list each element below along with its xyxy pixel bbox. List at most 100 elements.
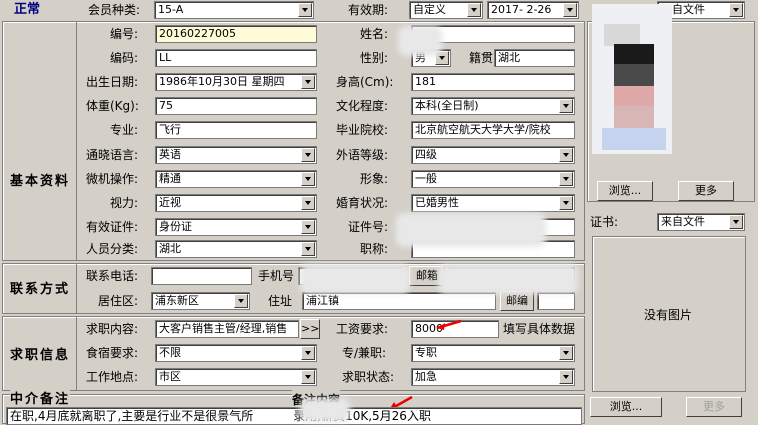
weight-field[interactable]: 75 bbox=[155, 97, 317, 115]
category-select[interactable]: 湖北 bbox=[155, 240, 317, 258]
major-label: 专业: bbox=[110, 123, 139, 137]
notes-textarea[interactable]: 在职,4月底就离职了,主要是行业不是很景气所 录用,薪资10K,5月26入职 bbox=[6, 407, 582, 425]
chevron-down-icon bbox=[559, 99, 573, 113]
cert-source-select[interactable]: 来自文件 bbox=[657, 213, 745, 231]
validity-date-picker[interactable]: 2017- 2-26 bbox=[487, 1, 579, 19]
basic-info-section-title: 基本资料 bbox=[10, 174, 71, 189]
zip-field[interactable] bbox=[537, 292, 575, 310]
chevron-down-icon bbox=[467, 3, 481, 17]
contact-section-title: 联系方式 bbox=[10, 282, 71, 297]
chevron-down-icon bbox=[559, 196, 573, 210]
certificate-select[interactable]: 身份证 bbox=[155, 218, 317, 236]
validity-mode-value: 自定义 bbox=[413, 3, 446, 16]
id-field[interactable]: 20160227005 bbox=[155, 25, 317, 43]
code-field[interactable]: LL bbox=[155, 49, 317, 67]
chevron-down-icon bbox=[301, 172, 315, 186]
zip-button[interactable]: 邮编 bbox=[500, 291, 534, 311]
job-info-section-title: 求职信息 bbox=[10, 348, 71, 363]
chevron-down-icon bbox=[563, 3, 577, 17]
marital-select[interactable]: 已婚男性 bbox=[411, 194, 575, 212]
marital-label: 婚育状况: bbox=[336, 196, 389, 210]
privacy-blur bbox=[398, 26, 442, 56]
notes-text: 在职,4月底就离职了,主要是行业不是很景气所 bbox=[10, 409, 254, 423]
address-field[interactable]: 浦江镇 bbox=[302, 292, 496, 310]
job-type-select[interactable]: 专职 bbox=[411, 344, 575, 362]
name-label: 姓名: bbox=[360, 27, 389, 41]
zip-label: 邮编 bbox=[506, 294, 528, 307]
language-label: 通晓语言: bbox=[86, 148, 139, 162]
applicant-photo bbox=[592, 4, 672, 154]
major-field[interactable]: 飞行 bbox=[155, 121, 317, 139]
computer-skill-value: 精通 bbox=[159, 172, 181, 185]
code-label: 编码: bbox=[110, 51, 139, 65]
lodging-value: 不限 bbox=[159, 346, 181, 359]
vision-select[interactable]: 近视 bbox=[155, 194, 317, 212]
phone-field[interactable] bbox=[151, 267, 252, 285]
education-label: 文化程度: bbox=[336, 99, 389, 113]
school-field[interactable]: 北京航空航天大学大学/院校 bbox=[411, 121, 575, 139]
native-place-label: 籍贯 bbox=[469, 51, 494, 65]
chevron-down-icon bbox=[301, 196, 315, 210]
chevron-down-icon bbox=[298, 3, 312, 17]
chevron-down-icon bbox=[234, 294, 248, 308]
work-location-value: 市区 bbox=[159, 370, 181, 383]
basic-info-divider bbox=[76, 21, 77, 261]
work-location-label: 工作地点: bbox=[86, 370, 139, 384]
work-location-select[interactable]: 市区 bbox=[155, 368, 317, 386]
member-type-select[interactable]: 15-A bbox=[154, 1, 314, 19]
chevron-down-icon bbox=[559, 148, 573, 162]
privacy-blur bbox=[300, 398, 350, 422]
no-image-text: 没有图片 bbox=[644, 308, 693, 322]
lodging-select[interactable]: 不限 bbox=[155, 344, 317, 362]
phone-label: 联系电话: bbox=[86, 269, 139, 283]
cert-source-value: 来自文件 bbox=[661, 215, 705, 228]
id-label: 编号: bbox=[110, 27, 139, 41]
privacy-blur bbox=[438, 264, 578, 294]
foreign-level-select[interactable]: 四级 bbox=[411, 146, 575, 164]
foreign-level-label: 外语等级: bbox=[336, 148, 389, 162]
job-type-value: 专职 bbox=[415, 346, 437, 359]
salary-label: 工资要求: bbox=[336, 322, 389, 336]
appearance-label: 形象: bbox=[360, 172, 389, 186]
chevron-down-icon bbox=[559, 346, 573, 360]
language-select[interactable]: 英语 bbox=[155, 146, 317, 164]
chevron-down-icon bbox=[301, 220, 315, 234]
vision-value: 近视 bbox=[159, 196, 181, 209]
job-content-field[interactable]: 大客户销售主管/经理,销售 bbox=[155, 320, 299, 338]
cert-browse-button[interactable]: 浏览... bbox=[590, 397, 662, 417]
height-field[interactable]: 181 bbox=[411, 73, 575, 91]
marital-value: 已婚男性 bbox=[415, 196, 459, 209]
photo-browse-button[interactable]: 浏览... bbox=[597, 181, 653, 201]
address-label: 住址 bbox=[268, 294, 293, 308]
birth-date-picker[interactable]: 1986年10月30日 星期四 bbox=[155, 73, 317, 91]
member-type-label: 会员种类: bbox=[88, 3, 141, 17]
validity-mode-select[interactable]: 自定义 bbox=[409, 1, 483, 19]
chevron-down-icon bbox=[729, 3, 743, 17]
category-value: 湖北 bbox=[159, 242, 181, 255]
cert-more-button[interactable]: 更多 bbox=[686, 397, 742, 417]
privacy-blur bbox=[300, 264, 410, 294]
education-select[interactable]: 本科(全日制) bbox=[411, 97, 575, 115]
certificate-value: 身份证 bbox=[159, 220, 192, 233]
cert-label: 证书: bbox=[590, 215, 619, 229]
job-info-divider bbox=[76, 316, 77, 391]
job-content-more-button[interactable]: >> bbox=[300, 319, 320, 339]
native-place-field[interactable]: 湖北 bbox=[494, 49, 575, 67]
chevron-down-icon bbox=[301, 75, 315, 89]
chevron-down-icon bbox=[301, 242, 315, 256]
chevron-down-icon bbox=[301, 148, 315, 162]
vision-label: 视力: bbox=[110, 196, 139, 210]
computer-skill-label: 微机操作: bbox=[86, 172, 139, 186]
education-value: 本科(全日制) bbox=[415, 99, 479, 112]
district-select[interactable]: 浦东新区 bbox=[151, 292, 250, 310]
chevron-down-icon bbox=[559, 172, 573, 186]
gender-label: 性别: bbox=[360, 51, 389, 65]
job-status-select[interactable]: 加急 bbox=[411, 368, 575, 386]
chevron-down-icon bbox=[559, 370, 573, 384]
computer-skill-select[interactable]: 精通 bbox=[155, 170, 317, 188]
photo-more-button[interactable]: 更多 bbox=[678, 181, 734, 201]
district-value: 浦东新区 bbox=[155, 294, 199, 307]
appearance-value: 一般 bbox=[415, 172, 437, 185]
appearance-select[interactable]: 一般 bbox=[411, 170, 575, 188]
lodging-label: 食宿要求: bbox=[86, 346, 139, 360]
